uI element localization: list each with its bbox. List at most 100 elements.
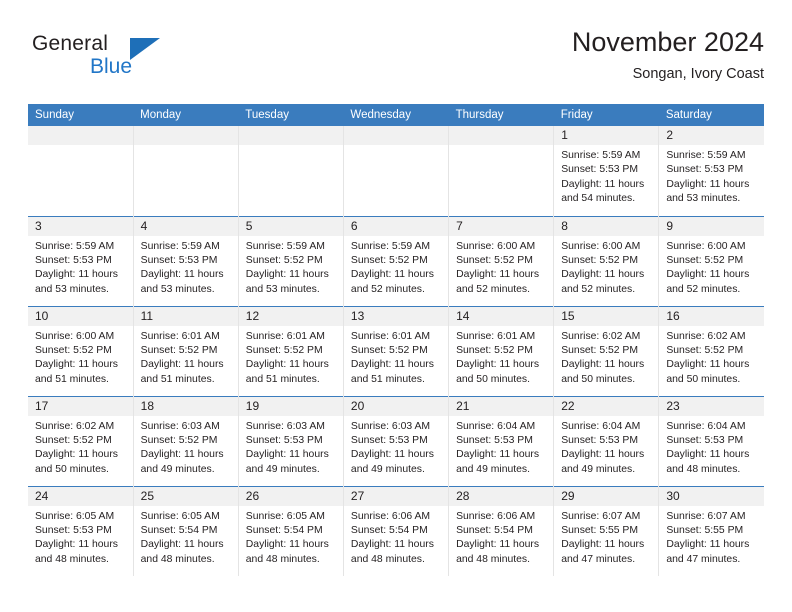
calendar-day-cell[interactable]: 5 Sunrise: 5:59 AM Sunset: 5:52 PM Daylight… bbox=[238, 215, 344, 306]
calendar-table: Sunday Monday Tuesday Wednesday Thursday… bbox=[28, 104, 764, 576]
day-number: 29 bbox=[554, 486, 659, 506]
calendar-day-cell[interactable]: 20 Sunrise: 6:03 AM Sunset: 5:53 PM Dayligh… bbox=[343, 395, 450, 486]
daylight-text-line1: Daylight: 11 hours bbox=[35, 539, 118, 551]
day-details: Sunrise: 6:06 AM Sunset: 5:54 PM Daylight:… bbox=[449, 506, 553, 568]
daylight-text-line1: Daylight: 11 hours bbox=[245, 539, 329, 551]
day-number: 6 bbox=[343, 216, 449, 236]
sunrise-text: Sunrise: 6:04 AM bbox=[666, 420, 746, 432]
calendar-day-cell[interactable]: 10 Sunrise: 6:00 AM Sunset: 5:52 PM Dayligh… bbox=[28, 305, 134, 396]
daylight-text-line2: and 49 minutes. bbox=[350, 463, 425, 475]
daylight-text-line1: Daylight: 11 hours bbox=[561, 539, 645, 551]
day-number: 26 bbox=[238, 486, 343, 506]
general-blue-logo[interactable]: General Blue bbox=[32, 32, 242, 88]
sunrise-text: Sunrise: 6:05 AM bbox=[140, 510, 220, 522]
sunrise-text: Sunrise: 6:03 AM bbox=[245, 420, 325, 432]
day-number: 30 bbox=[659, 486, 764, 506]
calendar-day-cell[interactable]: 24 Sunrise: 6:05 AM Sunset: 5:53 PM Dayligh… bbox=[28, 485, 134, 576]
page-header: General Blue November 2024 Songan, Ivory… bbox=[28, 26, 764, 98]
title-block: November 2024 Songan, Ivory Coast bbox=[572, 26, 764, 84]
day-number: 18 bbox=[133, 396, 238, 416]
calendar-day-cell[interactable]: 26 Sunrise: 6:05 AM Sunset: 5:54 PM Dayligh… bbox=[238, 485, 344, 576]
day-number: 10 bbox=[28, 306, 133, 326]
sunset-text: Sunset: 5:52 PM bbox=[456, 344, 533, 356]
daylight-text-line2: and 47 minutes. bbox=[561, 553, 636, 565]
sunset-text: Sunset: 5:53 PM bbox=[561, 164, 639, 176]
sunset-text: Sunset: 5:52 PM bbox=[140, 434, 218, 446]
sunset-text: Sunset: 5:54 PM bbox=[350, 524, 428, 536]
calendar-day-cell[interactable]: 22 Sunrise: 6:04 AM Sunset: 5:53 PM Dayligh… bbox=[553, 395, 660, 486]
calendar-day-cell[interactable]: 27 Sunrise: 6:06 AM Sunset: 5:54 PM Dayligh… bbox=[343, 485, 450, 576]
calendar-day-cell[interactable]: 19 Sunrise: 6:03 AM Sunset: 5:53 PM Dayligh… bbox=[238, 395, 344, 486]
calendar-day-cell[interactable]: 21 Sunrise: 6:04 AM Sunset: 5:53 PM Dayligh… bbox=[448, 395, 555, 486]
calendar-day-cell[interactable]: 15 Sunrise: 6:02 AM Sunset: 5:52 PM Dayligh… bbox=[553, 305, 660, 396]
day-details: Sunrise: 6:00 AM Sunset: 5:52 PM Daylight:… bbox=[449, 236, 553, 298]
sunrise-text: Sunrise: 6:01 AM bbox=[140, 330, 220, 342]
sunset-text: Sunset: 5:52 PM bbox=[35, 344, 112, 356]
day-number: 28 bbox=[449, 486, 554, 506]
daylight-text-line2: and 48 minutes. bbox=[245, 553, 320, 565]
calendar-week-row: 10 Sunrise: 6:00 AM Sunset: 5:52 PM Dayligh… bbox=[28, 305, 764, 396]
day-details: Sunrise: 6:00 AM Sunset: 5:52 PM Daylight:… bbox=[28, 326, 133, 388]
sunrise-text: Sunrise: 6:05 AM bbox=[245, 510, 325, 522]
daylight-text-line1: Daylight: 11 hours bbox=[666, 178, 750, 190]
calendar-week-row: 24 Sunrise: 6:05 AM Sunset: 5:53 PM Dayligh… bbox=[28, 485, 764, 576]
calendar-day-cell[interactable]: 8 Sunrise: 6:00 AM Sunset: 5:52 PM Daylight… bbox=[553, 215, 660, 306]
sunset-text: Sunset: 5:52 PM bbox=[561, 344, 639, 356]
logo-text-general: General bbox=[32, 32, 109, 55]
page-subtitle: Songan, Ivory Coast bbox=[632, 66, 764, 82]
calendar-day-cell[interactable]: 11 Sunrise: 6:01 AM Sunset: 5:52 PM Dayligh… bbox=[133, 305, 239, 396]
calendar-day-cell[interactable]: 7 Sunrise: 6:00 AM Sunset: 5:52 PM Daylight… bbox=[448, 215, 555, 306]
sunset-text: Sunset: 5:54 PM bbox=[456, 524, 533, 536]
day-details: Sunrise: 6:01 AM Sunset: 5:52 PM Daylight:… bbox=[239, 326, 343, 388]
calendar-day-cell[interactable]: 3 Sunrise: 5:59 AM Sunset: 5:53 PM Daylight… bbox=[28, 215, 134, 306]
sunrise-text: Sunrise: 6:03 AM bbox=[140, 420, 220, 432]
daylight-text-line2: and 50 minutes. bbox=[666, 373, 741, 385]
daylight-text-line1: Daylight: 11 hours bbox=[245, 269, 329, 281]
day-details: Sunrise: 6:05 AM Sunset: 5:53 PM Daylight:… bbox=[28, 506, 133, 568]
day-details: Sunrise: 6:05 AM Sunset: 5:54 PM Daylight:… bbox=[134, 506, 238, 568]
day-details: Sunrise: 6:03 AM Sunset: 5:52 PM Daylight:… bbox=[134, 416, 238, 478]
daylight-text-line1: Daylight: 11 hours bbox=[666, 359, 750, 371]
day-details: Sunrise: 6:02 AM Sunset: 5:52 PM Daylight:… bbox=[659, 326, 764, 388]
calendar-day-cell[interactable]: 12 Sunrise: 6:01 AM Sunset: 5:52 PM Dayligh… bbox=[238, 305, 344, 396]
sunrise-text: Sunrise: 6:01 AM bbox=[245, 330, 325, 342]
day-details: Sunrise: 6:03 AM Sunset: 5:53 PM Daylight:… bbox=[344, 416, 448, 478]
daylight-text-line2: and 53 minutes. bbox=[140, 283, 215, 295]
calendar-cell-empty bbox=[343, 126, 450, 216]
daylight-text-line2: and 50 minutes. bbox=[561, 373, 636, 385]
calendar-day-cell[interactable]: 6 Sunrise: 5:59 AM Sunset: 5:52 PM Daylight… bbox=[343, 215, 450, 306]
calendar-day-cell[interactable]: 13 Sunrise: 6:01 AM Sunset: 5:52 PM Dayligh… bbox=[343, 305, 450, 396]
sunset-text: Sunset: 5:53 PM bbox=[350, 434, 428, 446]
calendar-day-cell[interactable]: 25 Sunrise: 6:05 AM Sunset: 5:54 PM Dayligh… bbox=[133, 485, 239, 576]
sunrise-text: Sunrise: 6:00 AM bbox=[456, 240, 536, 252]
daylight-text-line2: and 51 minutes. bbox=[35, 373, 109, 385]
day-details: Sunrise: 6:01 AM Sunset: 5:52 PM Daylight:… bbox=[449, 326, 553, 388]
calendar-day-cell[interactable]: 2 Sunrise: 5:59 AM Sunset: 5:53 PM Daylight… bbox=[658, 126, 764, 216]
calendar-day-cell[interactable]: 23 Sunrise: 6:04 AM Sunset: 5:53 PM Dayligh… bbox=[658, 395, 764, 486]
calendar-day-cell[interactable]: 16 Sunrise: 6:02 AM Sunset: 5:52 PM Dayligh… bbox=[658, 305, 764, 396]
calendar-day-cell[interactable]: 30 Sunrise: 6:07 AM Sunset: 5:55 PM Dayligh… bbox=[658, 485, 764, 576]
calendar-day-cell[interactable]: 4 Sunrise: 5:59 AM Sunset: 5:53 PM Daylight… bbox=[133, 215, 239, 306]
sunset-text: Sunset: 5:53 PM bbox=[456, 434, 533, 446]
daylight-text-line2: and 48 minutes. bbox=[666, 463, 741, 475]
calendar-cell-empty bbox=[28, 126, 134, 216]
sunrise-text: Sunrise: 5:59 AM bbox=[140, 240, 220, 252]
sunrise-text: Sunrise: 6:03 AM bbox=[350, 420, 431, 432]
day-number: 3 bbox=[28, 216, 133, 236]
calendar-day-cell[interactable]: 17 Sunrise: 6:02 AM Sunset: 5:52 PM Dayligh… bbox=[28, 395, 134, 486]
daylight-text-line1: Daylight: 11 hours bbox=[561, 359, 645, 371]
daylight-text-line1: Daylight: 11 hours bbox=[245, 359, 329, 371]
calendar-day-cell[interactable]: 14 Sunrise: 6:01 AM Sunset: 5:52 PM Dayligh… bbox=[448, 305, 555, 396]
calendar-day-cell[interactable]: 9 Sunrise: 6:00 AM Sunset: 5:52 PM Daylight… bbox=[658, 215, 764, 306]
calendar-day-cell[interactable]: 18 Sunrise: 6:03 AM Sunset: 5:52 PM Dayligh… bbox=[133, 395, 239, 486]
calendar-day-cell[interactable]: 29 Sunrise: 6:07 AM Sunset: 5:55 PM Dayligh… bbox=[553, 485, 660, 576]
daylight-text-line1: Daylight: 11 hours bbox=[140, 449, 224, 461]
calendar-day-cell[interactable]: 28 Sunrise: 6:06 AM Sunset: 5:54 PM Dayligh… bbox=[448, 485, 555, 576]
sunset-text: Sunset: 5:53 PM bbox=[140, 254, 218, 266]
daylight-text-line1: Daylight: 11 hours bbox=[561, 269, 645, 281]
weekday-header-sunday: Sunday bbox=[28, 104, 134, 126]
daylight-text-line1: Daylight: 11 hours bbox=[140, 359, 224, 371]
calendar-day-cell[interactable]: 1 Sunrise: 5:59 AM Sunset: 5:53 PM Daylight… bbox=[553, 126, 660, 216]
daylight-text-line2: and 48 minutes. bbox=[140, 553, 215, 565]
sunset-text: Sunset: 5:54 PM bbox=[140, 524, 218, 536]
